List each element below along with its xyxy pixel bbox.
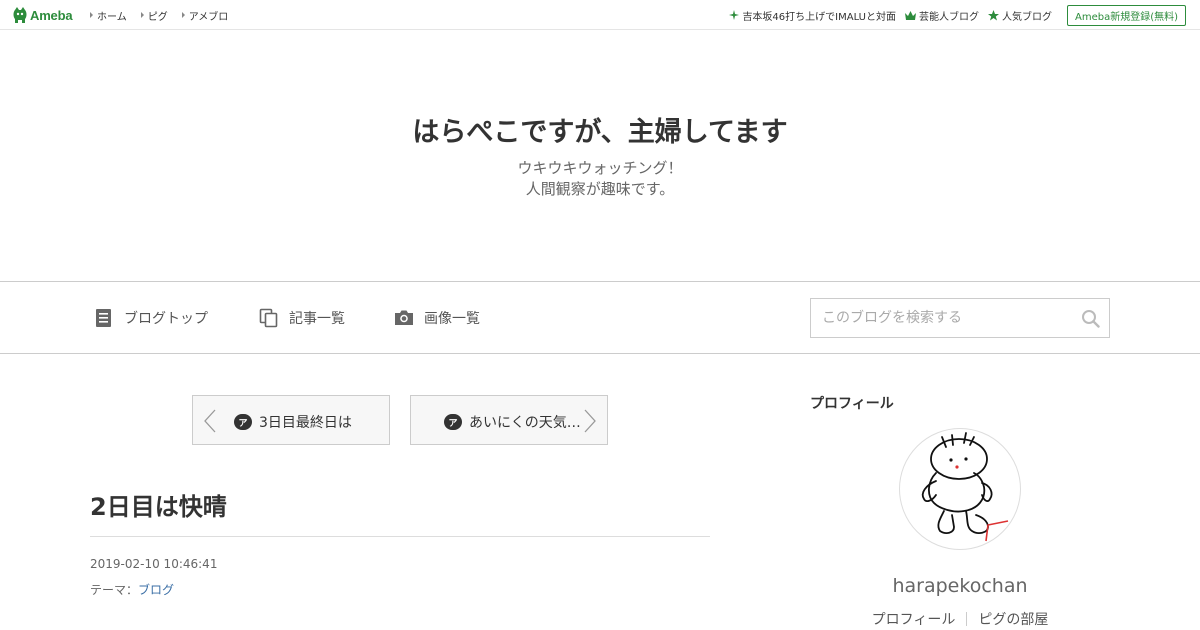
pigg-room-link[interactable]: ピグの部屋 <box>978 609 1048 629</box>
global-nav: ホーム ピグ アメブロ <box>90 0 228 30</box>
sparkle-icon <box>729 10 740 20</box>
star-icon <box>987 9 999 20</box>
article-title[interactable]: 2日目は快晴 <box>90 487 227 522</box>
nav-article-list-label: 記事一覧 <box>289 311 345 327</box>
theme-link[interactable]: ブログ <box>138 583 174 597</box>
nav-blog-top[interactable]: ブログトップ <box>94 308 208 328</box>
copy-icon <box>259 308 278 328</box>
link-separator <box>966 612 968 626</box>
triangle-right-icon <box>90 12 93 18</box>
avatar[interactable] <box>899 428 1021 550</box>
popular-blog-label: 人気ブログ <box>1001 11 1052 23</box>
nav-home[interactable]: ホーム <box>90 8 127 23</box>
chevron-left-icon <box>204 409 216 433</box>
next-article-button[interactable]: ア あいにくの天気… <box>410 395 608 445</box>
nav-pigg-label: ピグ <box>147 11 168 23</box>
nav-ameblo[interactable]: アメブロ <box>181 8 229 23</box>
profile-username[interactable]: harapekochan <box>810 575 1110 597</box>
prev-article-button[interactable]: ア 3日目最終日は <box>192 395 390 445</box>
next-article-label-wrap: ア あいにくの天気… <box>444 412 581 432</box>
nav-article-list[interactable]: 記事一覧 <box>259 308 345 328</box>
triangle-right-icon <box>181 12 185 18</box>
news-link-label: 吉本坂46打ち上げでIMALUと対面 <box>742 11 896 23</box>
next-article-label: あいにくの天気… <box>469 415 581 431</box>
theme-prefix: テーマ： <box>90 583 139 597</box>
ameba-badge-icon: ア <box>234 414 252 430</box>
article-theme: テーマ：ブログ <box>90 581 174 598</box>
blog-description: ウキウキウォッチング！ 人間観察が趣味です。 <box>0 158 1200 200</box>
blog-description-line: 人間観察が趣味です。 <box>525 180 675 198</box>
global-header: Ameba ホーム ピグ アメブロ 吉本坂46打ち上げでIMALUと対面 芸能人… <box>0 0 1200 30</box>
popular-blog-link[interactable]: 人気ブログ <box>987 8 1052 23</box>
news-link[interactable]: 吉本坂46打ち上げでIMALUと対面 <box>729 8 896 23</box>
nav-image-list[interactable]: 画像一覧 <box>394 308 480 328</box>
nav-ameblo-label: アメブロ <box>188 11 229 23</box>
document-icon <box>96 309 111 327</box>
blog-header: はらぺこですが、主婦してます ウキウキウォッチング！ 人間観察が趣味です。 <box>0 30 1200 282</box>
article-date: 2019-02-10 10:46:41 <box>90 557 218 571</box>
camera-icon <box>395 310 413 325</box>
crown-icon <box>904 10 916 20</box>
article-divider <box>90 536 710 537</box>
ameba-logo-icon <box>13 7 27 23</box>
chevron-right-icon <box>584 409 596 433</box>
prev-article-label-wrap: ア 3日目最終日は <box>234 412 352 432</box>
profile-heading: プロフィール <box>810 396 894 412</box>
profile-links: プロフィール ピグの部屋 <box>810 609 1110 629</box>
header-links: 吉本坂46打ち上げでIMALUと対面 芸能人ブログ 人気ブログ Ameba新規登… <box>729 0 1186 30</box>
nav-pigg[interactable]: ピグ <box>140 8 168 23</box>
nav-image-list-label: 画像一覧 <box>424 311 480 327</box>
blog-search <box>810 298 1110 338</box>
prev-article-label: 3日目最終日は <box>259 415 352 431</box>
ameba-logo[interactable]: Ameba <box>12 6 73 24</box>
blog-description-line: ウキウキウォッチング！ <box>517 159 683 177</box>
search-input[interactable] <box>811 299 1071 337</box>
avatar-drawing-icon <box>921 432 1009 542</box>
search-icon[interactable] <box>1081 309 1100 328</box>
blog-title[interactable]: はらぺこですが、主婦してます <box>0 110 1200 149</box>
blog-nav: ブログトップ 記事一覧 画像一覧 <box>0 282 1200 354</box>
celebrity-blog-link[interactable]: 芸能人ブログ <box>904 8 979 23</box>
celebrity-blog-label: 芸能人ブログ <box>918 11 979 23</box>
ameba-logo-text: Ameba <box>30 7 73 23</box>
profile-link[interactable]: プロフィール <box>872 609 956 629</box>
nav-home-label: ホーム <box>97 11 127 23</box>
signup-button[interactable]: Ameba新規登録(無料) <box>1066 4 1186 26</box>
triangle-right-icon <box>140 12 144 18</box>
nav-blog-top-label: ブログトップ <box>124 311 208 327</box>
ameba-badge-icon: ア <box>444 414 462 430</box>
